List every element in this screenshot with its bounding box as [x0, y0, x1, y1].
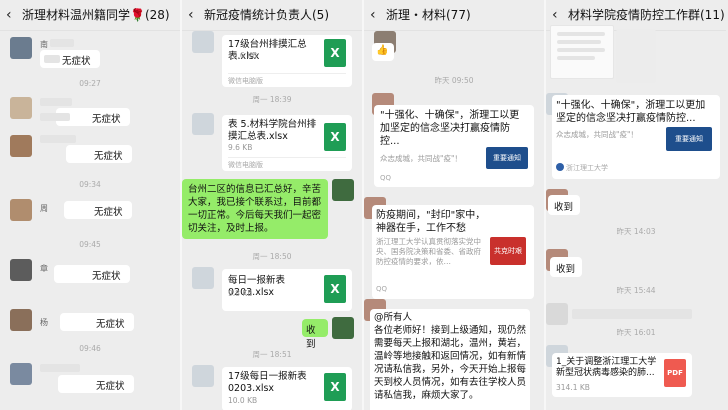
timestamp: 周一 18:39	[252, 95, 292, 104]
file-message[interactable]: 17级台州排摸汇总表.xlsx 10.6 KB X 微信电脑版	[222, 35, 352, 87]
chat-header: ‹ 浙理材料温州籍同学🌹(28)	[0, 0, 180, 31]
message-bubble[interactable]: 收到	[548, 195, 580, 215]
avatar[interactable]	[332, 317, 354, 339]
timestamp: 09:27	[79, 79, 101, 88]
chat-title: 浙理材料温州籍同学🌹(28)	[22, 8, 170, 22]
timestamp: 周一 18:51	[252, 350, 292, 359]
article-thumbnail: 共克时艰	[490, 237, 526, 265]
sender-name: 章	[40, 264, 48, 273]
message-bubble[interactable]: 无症状	[64, 201, 132, 219]
file-message[interactable]: 表 5.材料学院台州排摸汇总表.xlsx 9.6 KB X 微信电脑版	[222, 115, 352, 171]
image-message[interactable]	[616, 29, 656, 83]
avatar[interactable]	[10, 135, 32, 157]
message-bubble[interactable]: 无症状	[40, 50, 100, 68]
avatar[interactable]	[192, 365, 214, 387]
chat-panel-2: ‹ 新冠疫情统计负责人(5) 17级台州排摸汇总表.xlsx 10.6 KB X…	[182, 0, 362, 410]
article-card[interactable]: "十强化、十确保"，浙理工以更加坚定的信念坚决打赢疫情防控... 众志成城，共同…	[552, 95, 720, 179]
avatar[interactable]	[546, 303, 568, 325]
timestamp: 昨天 14:03	[616, 227, 656, 236]
avatar[interactable]	[10, 97, 32, 119]
excel-file-icon: X	[324, 373, 346, 401]
chat-panel-4: ‹ 材料学院疫情防控工作群(11) "十强化、十确保"，浙理工以更加坚定的信念坚…	[546, 0, 726, 410]
article-thumbnail: 重要通知	[666, 127, 712, 151]
file-message[interactable]: 1_关于调整浙江理工大学新型冠状病毒感染的肺... 314.1 KB PDF	[552, 353, 692, 397]
message-bubble[interactable]: 无症状	[54, 265, 130, 283]
thumbs-up-icon[interactable]: 👍	[372, 43, 394, 61]
message-bubble[interactable]: @所有人 各位老师好！接到上级通知，现仍然需要每天上报和湖北，温州，黄岩，温岭等…	[370, 309, 530, 410]
excel-file-icon: X	[324, 275, 346, 303]
avatar[interactable]	[332, 179, 354, 201]
back-arrow-icon[interactable]: ‹	[370, 0, 376, 30]
avatar[interactable]	[192, 267, 214, 289]
sender-name: 杨	[40, 318, 48, 327]
university-logo-icon	[556, 163, 564, 171]
chat-panel-3: ‹ 浙理・材料(77) 👍 昨天 09:50 "十强化、十确保"，浙理工以更加坚…	[364, 0, 544, 410]
chat-header: ‹ 浙理・材料(77)	[364, 0, 544, 31]
sent-message[interactable]: 收到	[302, 319, 328, 350]
message-bubble[interactable]: 收到	[550, 257, 582, 277]
message-bubble[interactable]: 无症状	[60, 313, 134, 331]
sent-message[interactable]: 台州二区的信息已汇总好，辛苦大家，我已接个联系过，目前都一切正常。今后每天我们一…	[182, 179, 328, 239]
excel-file-icon: X	[324, 123, 346, 151]
sender-name: 周	[40, 204, 48, 213]
pdf-file-icon: PDF	[664, 359, 686, 387]
message-bubble[interactable]: 无症状	[40, 108, 130, 126]
chat-title: 浙理・材料(77)	[386, 8, 471, 22]
timestamp: 昨天 15:44	[616, 286, 656, 295]
timestamp: 昨天 09:50	[434, 76, 474, 85]
avatar[interactable]	[10, 37, 32, 59]
avatar[interactable]	[10, 199, 32, 221]
file-message[interactable]: 每日一报新表 0203.xlsx 9.8 KB X	[222, 269, 352, 311]
file-message[interactable]: 17级每日一报新表 0203.xlsx 10.0 KB X	[222, 367, 352, 410]
message-bubble[interactable]: 无症状	[58, 375, 134, 393]
article-thumbnail: 重要通知	[486, 147, 528, 169]
back-arrow-icon[interactable]: ‹	[6, 0, 12, 30]
back-arrow-icon[interactable]: ‹	[188, 0, 194, 30]
article-card[interactable]: 防疫期间，"封印"家中，神器在手，工作不愁 浙江理工大学认真贯彻落实党中央、国务…	[372, 205, 534, 299]
excel-file-icon: X	[324, 39, 346, 67]
sender-name: 南	[40, 39, 74, 50]
avatar[interactable]	[10, 259, 32, 281]
avatar[interactable]	[192, 113, 214, 135]
timestamp: 昨天 16:01	[616, 328, 656, 337]
message-bubble[interactable]: 无症状	[66, 145, 132, 163]
avatar[interactable]	[192, 31, 214, 53]
image-message[interactable]	[550, 25, 614, 79]
timestamp: 09:45	[79, 240, 101, 249]
timestamp: 09:46	[79, 344, 101, 353]
chat-panel-1: ‹ 浙理材料温州籍同学🌹(28) 南 无症状 09:27 无症状 无症状 09:…	[0, 0, 180, 410]
avatar[interactable]	[10, 363, 32, 385]
chat-header: ‹ 新冠疫情统计负责人(5)	[182, 0, 362, 31]
timestamp: 周一 18:50	[252, 252, 292, 261]
timestamp: 09:34	[79, 180, 101, 189]
avatar[interactable]	[10, 309, 32, 331]
chat-title: 新冠疫情统计负责人(5)	[204, 8, 329, 22]
article-card[interactable]: "十强化、十确保"，浙理工以更加坚定的信念坚决打赢疫情防控... 众志成城，共同…	[374, 105, 534, 187]
